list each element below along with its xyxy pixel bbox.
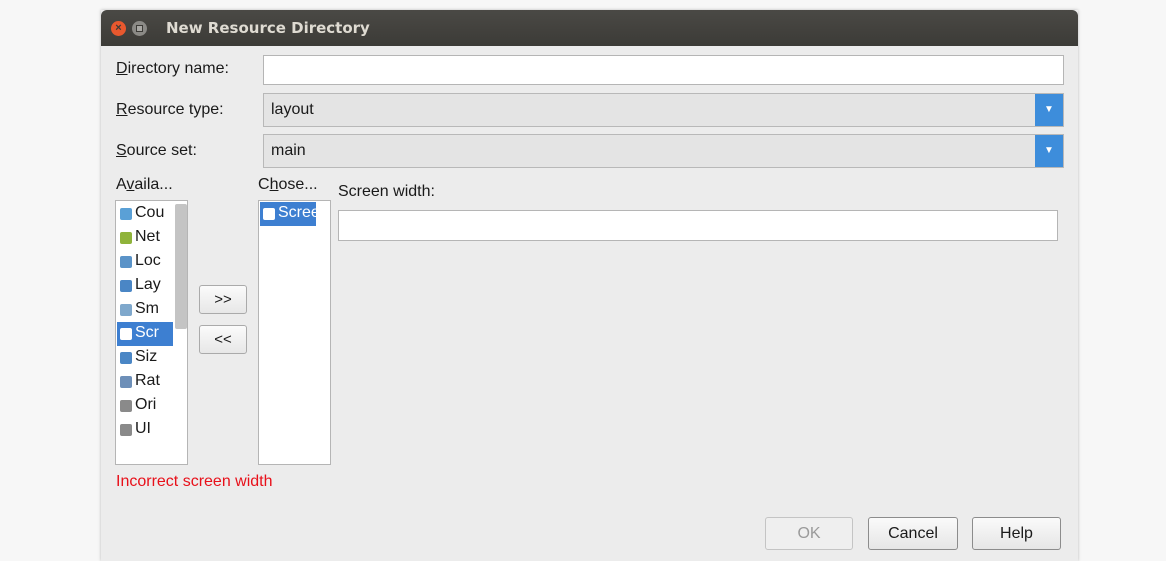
- resource-type-label: Resource type:: [116, 101, 224, 118]
- chevron-down-icon[interactable]: ▼: [1035, 94, 1063, 126]
- directory-name-input[interactable]: [263, 55, 1064, 85]
- available-qualifier-item-label: Ori: [135, 396, 157, 413]
- country-icon: [120, 208, 132, 220]
- available-qualifier-item[interactable]: Cou: [117, 202, 173, 226]
- available-qualifier-item[interactable]: Scr: [117, 322, 173, 346]
- source-set-value: main: [271, 142, 306, 159]
- resource-type-value: layout: [271, 101, 314, 118]
- chosen-qualifier-item-label: Scree: [278, 204, 316, 221]
- available-qualifier-item[interactable]: Loc: [117, 250, 173, 274]
- available-qualifier-item[interactable]: Siz: [117, 346, 173, 370]
- ratio-icon: [120, 376, 132, 388]
- title-bar[interactable]: × New Resource Directory: [101, 10, 1078, 46]
- close-icon[interactable]: ×: [111, 21, 126, 36]
- network-icon: [120, 232, 132, 244]
- source-set-select[interactable]: main ▼: [263, 134, 1064, 168]
- available-qualifier-item-label: Rat: [135, 372, 160, 389]
- minimize-icon[interactable]: [132, 21, 147, 36]
- screen-height-icon: [120, 328, 132, 340]
- chosen-qualifiers-label: Chose...: [258, 176, 318, 193]
- chosen-qualifiers-list[interactable]: Scree: [258, 200, 331, 465]
- error-message: Incorrect screen width: [116, 473, 273, 490]
- available-qualifier-item-label: Lay: [135, 276, 161, 293]
- size-icon: [120, 352, 132, 364]
- locale-icon: [120, 256, 132, 268]
- help-button[interactable]: Help: [972, 517, 1061, 550]
- available-qualifiers-label: Availa...: [116, 176, 173, 193]
- new-resource-directory-dialog: × New Resource Directory Directory name:…: [101, 10, 1078, 561]
- layout-direction-icon: [120, 280, 132, 292]
- available-qualifier-item-label: Cou: [135, 204, 165, 221]
- available-qualifier-item[interactable]: UI: [117, 418, 173, 442]
- screen-width-label: Screen width:: [338, 183, 435, 200]
- available-qualifier-item-label: Siz: [135, 348, 158, 365]
- orientation-icon: [120, 400, 132, 412]
- available-qualifier-item-label: UI: [135, 420, 151, 437]
- scrollbar-thumb[interactable]: [175, 204, 187, 329]
- available-qualifiers-list[interactable]: UI Ori Rat Siz Scr Sm Lay Loc Net Cou: [115, 200, 188, 465]
- available-qualifier-item[interactable]: Rat: [117, 370, 173, 394]
- available-qualifier-item[interactable]: Sm: [117, 298, 173, 322]
- add-qualifier-button[interactable]: >>: [199, 285, 247, 314]
- resource-type-select[interactable]: layout ▼: [263, 93, 1064, 127]
- available-qualifier-item[interactable]: Ori: [117, 394, 173, 418]
- cancel-button[interactable]: Cancel: [868, 517, 958, 550]
- available-qualifier-item-label: Sm: [135, 300, 159, 317]
- smallest-width-icon: [120, 304, 132, 316]
- chosen-qualifier-item[interactable]: Scree: [260, 202, 316, 226]
- available-qualifier-item[interactable]: Net: [117, 226, 173, 250]
- source-set-label: Source set:: [116, 142, 197, 159]
- available-qualifier-item-label: Net: [135, 228, 160, 245]
- available-qualifier-item-label: Scr: [135, 324, 159, 341]
- available-qualifier-item[interactable]: Lay: [117, 274, 173, 298]
- directory-name-label: Directory name:: [116, 60, 229, 77]
- ok-button[interactable]: OK: [765, 517, 853, 550]
- window-title: New Resource Directory: [166, 19, 370, 37]
- screen-width-icon: [263, 208, 275, 220]
- remove-qualifier-button[interactable]: <<: [199, 325, 247, 354]
- chevron-down-icon[interactable]: ▼: [1035, 135, 1063, 167]
- available-qualifier-item-label: Loc: [135, 252, 161, 269]
- screen-width-input[interactable]: [338, 210, 1058, 241]
- ui-mode-icon: [120, 424, 132, 436]
